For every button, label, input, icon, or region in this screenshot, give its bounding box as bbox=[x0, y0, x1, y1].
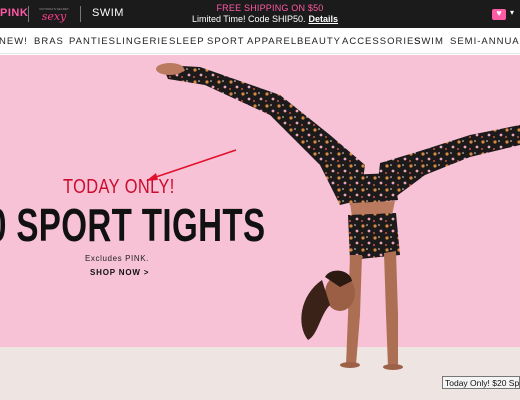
divider bbox=[80, 6, 81, 22]
promo-details-link[interactable]: Details bbox=[309, 14, 339, 24]
heart-bag-icon[interactable]: ♥ bbox=[492, 8, 506, 20]
nav-item-swim[interactable]: SWIM bbox=[414, 36, 444, 47]
image-tooltip: Today Only! $20 Sport bbox=[442, 376, 520, 389]
nav-item-panties[interactable]: PANTIES bbox=[69, 36, 116, 47]
hero-headline[interactable]: 0 SPORT TIGHTS bbox=[0, 198, 265, 252]
nav-item-sleep[interactable]: SLEEP bbox=[169, 36, 205, 47]
nav-item-accessories[interactable]: ACCESSORIES bbox=[342, 36, 422, 47]
promo-code-text: Limited Time! Code SHIP50. bbox=[191, 14, 306, 24]
top-bar: PINK VICTORIA'S SECRET sexy SWIM FREE SH… bbox=[0, 0, 520, 28]
brand-sexy-wordmark: sexy bbox=[42, 10, 67, 23]
hero-note: Excludes PINK. bbox=[85, 254, 149, 263]
nav-item-bras[interactable]: BRAS bbox=[34, 36, 64, 47]
chevron-down-icon[interactable]: ▾ bbox=[510, 8, 514, 17]
main-nav: NEW! BRAS PANTIES LINGERIE SLEEP SPORT A… bbox=[0, 28, 520, 54]
nav-item-beauty[interactable]: BEAUTY bbox=[297, 36, 341, 47]
brand-swim-link[interactable]: SWIM bbox=[92, 7, 124, 19]
brand-sexy-logo[interactable]: VICTORIA'S SECRET sexy bbox=[36, 3, 72, 25]
nav-item-new[interactable]: NEW! bbox=[0, 36, 28, 47]
divider bbox=[28, 6, 29, 22]
nav-item-apparel[interactable]: APPAREL bbox=[247, 36, 297, 47]
promo-code: Limited Time! Code SHIP50. Details bbox=[180, 14, 350, 24]
heart-icon: ♥ bbox=[496, 8, 502, 18]
brand-pink-link[interactable]: PINK bbox=[0, 7, 28, 19]
hero-banner[interactable]: TODAY ONLY! 0 SPORT TIGHTS Excludes PINK… bbox=[0, 55, 520, 400]
nav-item-semi-annual-sale[interactable]: SEMI-ANNUAL SA bbox=[450, 36, 520, 47]
promo-free-shipping[interactable]: FREE SHIPPING ON $50 bbox=[200, 3, 340, 13]
nav-item-sport[interactable]: SPORT bbox=[207, 36, 245, 47]
nav-item-lingerie[interactable]: LINGERIE bbox=[116, 36, 168, 47]
shop-now-link[interactable]: SHOP NOW > bbox=[90, 268, 149, 277]
hero-eyebrow: TODAY ONLY! bbox=[63, 176, 175, 198]
